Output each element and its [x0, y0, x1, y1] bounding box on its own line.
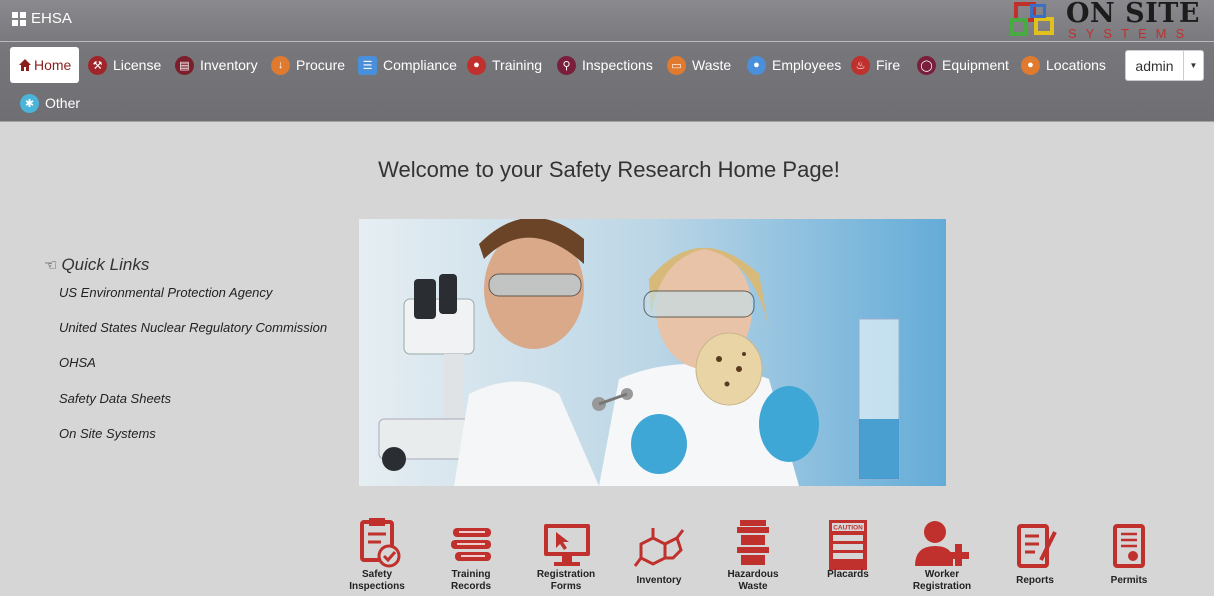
person-icon: ● [467, 55, 486, 75]
clipboard-check-icon [360, 518, 401, 568]
tile-label: Registration [536, 569, 596, 580]
people-icon: ● [747, 55, 766, 75]
app-title: EHSA [31, 10, 72, 27]
nav-compliance[interactable]: ☰ Compliance [358, 47, 457, 83]
divider [0, 41, 1214, 42]
lab-scientists-photo [359, 219, 946, 486]
quick-links-title: Quick Links [61, 255, 150, 274]
nav-label: Training [492, 57, 543, 73]
map-pin-icon: ● [1021, 55, 1040, 75]
tile-label: Placards [827, 569, 869, 580]
nav-waste[interactable]: ▭ Waste [667, 47, 731, 83]
tile-reports[interactable]: Reports [1000, 522, 1070, 586]
chevron-down-icon[interactable]: ▼ [1184, 51, 1203, 80]
quick-link[interactable]: Safety Data Sheets [59, 391, 171, 406]
wrench-icon: ⚒ [88, 55, 107, 75]
nav-label: Inspections [582, 57, 653, 73]
tile-permits[interactable]: Permits [1094, 522, 1164, 586]
nav-label: Compliance [383, 57, 457, 73]
nav-inventory[interactable]: ▤ Inventory [175, 47, 258, 83]
tile-inventory[interactable]: Inventory [624, 524, 694, 586]
nav-other[interactable]: ✱ Other [20, 85, 80, 121]
tile-label: Forms [550, 581, 582, 592]
quick-link[interactable]: On Site Systems [59, 426, 156, 441]
bin-icon: ▭ [667, 55, 686, 75]
tile-label: Training [451, 569, 491, 580]
tile-label: Records [450, 581, 491, 592]
quick-link[interactable]: OHSA [59, 355, 96, 370]
nav-label: Fire [876, 57, 901, 73]
tile-label: Inspections [349, 581, 405, 592]
logo-subtext: SYSTEMS [1068, 26, 1194, 41]
gear-icon: ✱ [20, 93, 39, 113]
app-brand[interactable]: EHSA [12, 10, 72, 27]
nav-label: Waste [692, 57, 732, 73]
tile-label: Waste [738, 581, 768, 592]
report-pen-icon [1017, 524, 1057, 568]
quick-link[interactable]: United States Nuclear Regulatory Commiss… [59, 320, 327, 335]
nav-fire[interactable]: ♨ Fire [851, 47, 900, 83]
nav-label: License [113, 57, 162, 73]
tile-worker-registration[interactable]: Worker Registration [907, 518, 977, 592]
tile-label: Safety [361, 569, 392, 580]
home-icon [19, 59, 31, 71]
add-person-icon [915, 521, 969, 566]
monitor-cursor-icon [544, 524, 590, 566]
barrel-icon [737, 520, 769, 565]
top-navbar: EHSA ON SITE SYSTEMS Home ⚒ License ▤ In… [0, 0, 1214, 122]
permit-doc-icon [1113, 524, 1145, 568]
magnifier-icon: ⚲ [557, 55, 576, 75]
nav-label: Equipment [942, 57, 1009, 73]
tile-label: Reports [1016, 575, 1054, 586]
truck-icon: ▤ [175, 55, 194, 75]
caution-placard-icon: CAUTION [829, 520, 867, 570]
nav-training[interactable]: ● Training [467, 47, 542, 83]
download-arrow-icon: ↓ [271, 55, 290, 75]
nav-label: Employees [772, 57, 842, 73]
flame-icon: ♨ [851, 55, 870, 75]
placard-text: CAUTION [833, 525, 863, 532]
user-name[interactable]: admin [1126, 51, 1184, 80]
quick-link[interactable]: US Environmental Protection Agency [59, 285, 272, 300]
nav-procure[interactable]: ↓ Procure [271, 47, 345, 83]
tile-label: Inventory [636, 575, 682, 586]
tile-placards[interactable]: CAUTION Placards [813, 518, 883, 580]
nav-locations[interactable]: ● Locations [1021, 47, 1106, 83]
grid-icon [12, 11, 26, 26]
user-dropdown[interactable]: admin ▼ [1125, 50, 1204, 81]
quick-links-heading: ☜ Quick Links [44, 255, 149, 275]
molecule-icon [633, 528, 685, 567]
nav-label: Procure [296, 57, 346, 73]
nav-equipment[interactable]: ◯ Equipment [917, 47, 1009, 83]
tile-label: Permits [1110, 575, 1148, 586]
nav-label: Other [45, 95, 81, 111]
nav-license[interactable]: ⚒ License [88, 47, 161, 83]
pointing-hand-icon: ☜ [44, 257, 58, 274]
tile-training-records[interactable]: Training Records [436, 518, 506, 592]
nav-employees[interactable]: ● Employees [747, 47, 841, 83]
on-site-systems-logo: ON SITE SYSTEMS [1010, 0, 1214, 41]
nav-home[interactable]: Home [10, 47, 80, 83]
nav-label: Locations [1046, 57, 1106, 73]
books-icon [451, 528, 491, 561]
tile-hazardous-waste[interactable]: Hazardous Waste [718, 518, 788, 592]
tile-label: Registration [912, 581, 972, 592]
lab-scene-illustration [359, 219, 946, 486]
nav-label: Home [34, 57, 72, 73]
gauge-icon: ◯ [917, 55, 936, 75]
tile-label: Worker [924, 569, 960, 580]
nav-inspections[interactable]: ⚲ Inspections [557, 47, 653, 83]
tile-registration-forms[interactable]: Registration Forms [531, 518, 601, 592]
tile-safety-inspections[interactable]: Safety Inspections [342, 518, 412, 592]
page-title: Welcome to your Safety Research Home Pag… [378, 157, 840, 182]
tile-label: Hazardous [727, 569, 779, 580]
nav-label: Inventory [200, 57, 258, 73]
logo-text: ON SITE [1066, 0, 1200, 29]
clipboard-icon: ☰ [358, 55, 377, 75]
